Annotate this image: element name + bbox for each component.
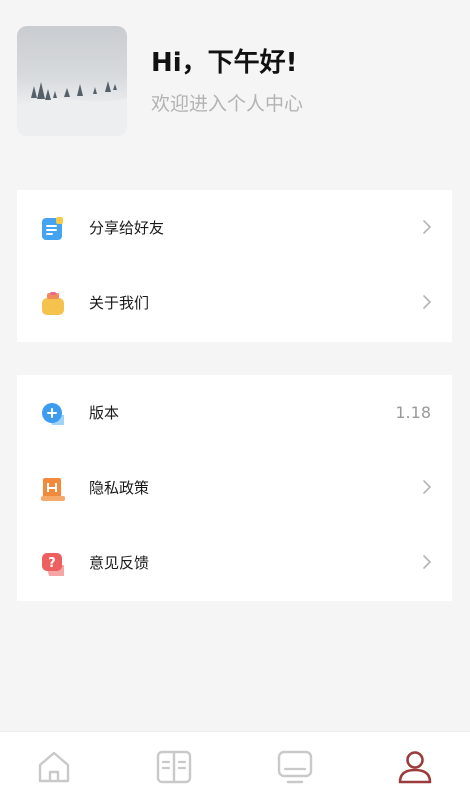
user-icon [398,751,432,784]
menu-item-version[interactable]: 版本 1.18 [17,375,452,450]
chevron-right-icon [422,479,432,495]
home-icon [38,751,70,783]
share-book-icon [40,216,66,242]
feedback-question-icon: ? [40,551,66,577]
bottom-tab-bar [0,731,470,800]
greeting-title: Hi，下午好! [151,48,298,78]
greeting-subtitle: 欢迎进入个人中心 [151,93,304,115]
avatar[interactable] [17,26,127,136]
menu-item-share[interactable]: 分享给好友 [17,190,452,265]
privacy-h-icon [40,476,66,502]
menu-item-privacy[interactable]: 隐私政策 [17,450,452,525]
menu-item-label: 分享给好友 [89,219,165,237]
menu-card-primary: 分享给好友 关于我们 [17,190,452,342]
menu-item-label: 意见反馈 [89,554,150,572]
tab-home[interactable] [35,748,73,786]
profile-header: Hi，下午好! 欢迎进入个人中心 [17,26,457,138]
version-plus-icon [40,401,66,427]
tab-screen[interactable] [276,748,314,786]
tab-reading[interactable] [155,748,193,786]
book-icon [156,750,192,784]
about-bag-icon [40,291,66,317]
menu-item-label: 关于我们 [89,294,150,312]
chevron-right-icon [422,219,432,235]
menu-item-about[interactable]: 关于我们 [17,265,452,340]
menu-item-label: 版本 [89,404,120,422]
menu-card-secondary: 版本 1.18 隐私政策 ? 意见反馈 [17,375,452,601]
version-value: 1.18 [395,403,431,422]
chevron-right-icon [422,554,432,570]
tab-profile[interactable] [396,748,434,786]
menu-item-feedback[interactable]: ? 意见反馈 [17,525,452,600]
chevron-right-icon [422,294,432,310]
menu-item-label: 隐私政策 [89,479,150,497]
monitor-icon [277,750,313,784]
svg-text:?: ? [48,556,56,571]
